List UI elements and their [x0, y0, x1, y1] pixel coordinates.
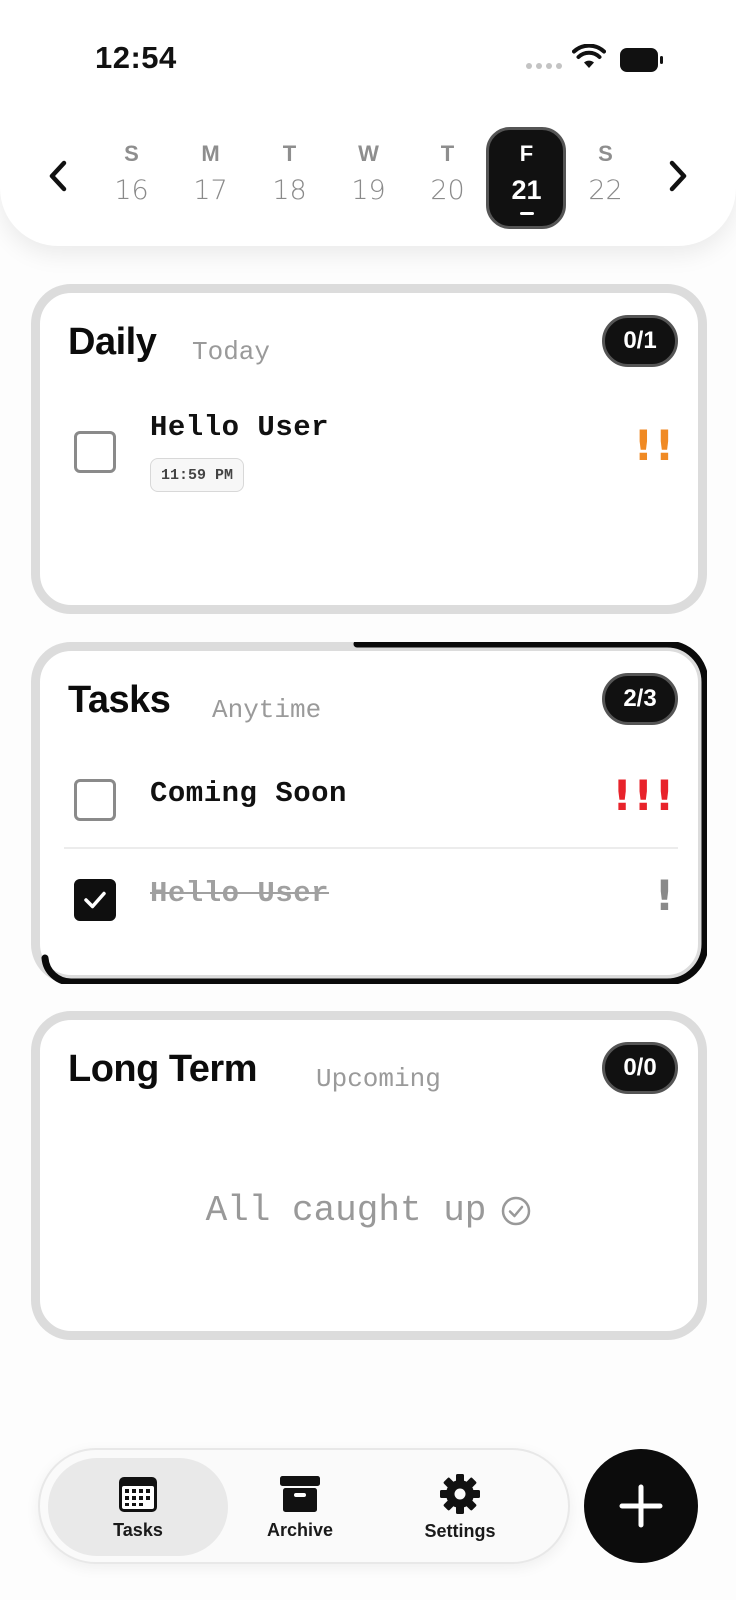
- task-title: Coming Soon: [150, 777, 347, 810]
- tab-archive[interactable]: Archive: [220, 1458, 380, 1556]
- progress-badge: 0/0: [602, 1042, 678, 1094]
- add-task-button[interactable]: [584, 1449, 698, 1563]
- previous-week-button[interactable]: [38, 152, 78, 200]
- day-number: 20: [430, 175, 465, 206]
- day-number: 17: [193, 175, 228, 206]
- empty-state-text: All caught up: [205, 1190, 487, 1231]
- battery-icon: [620, 48, 663, 72]
- check-circle-icon: [502, 1196, 531, 1225]
- tab-label: Archive: [266, 1519, 334, 1540]
- plus-icon: [619, 1484, 663, 1528]
- cellular-signal-icon: [526, 63, 562, 69]
- day-number: 16: [114, 175, 149, 206]
- task-time-chip[interactable]: 11:59 PM: [150, 458, 245, 492]
- day-sunday[interactable]: S 16: [92, 127, 171, 229]
- progress-badge: 0/1: [602, 315, 678, 367]
- task-row-completed[interactable]: Hello User !: [40, 851, 698, 941]
- day-letter: T: [440, 141, 455, 166]
- wifi-icon: [572, 44, 606, 68]
- archive-box-icon: [280, 1475, 320, 1512]
- day-letter: T: [282, 141, 297, 166]
- next-week-button[interactable]: [658, 152, 698, 200]
- tab-tasks[interactable]: Tasks: [48, 1458, 228, 1556]
- task-title: Hello User: [150, 877, 330, 910]
- day-letter: W: [358, 141, 379, 166]
- today-indicator: [519, 212, 534, 215]
- day-letter: S: [598, 141, 613, 166]
- date-header: 12:54 S 16 M 17 T 18 W 19 T 20 F 21 S 22: [0, 0, 736, 246]
- section-title: Long Term: [68, 1048, 258, 1090]
- calendar-icon: [119, 1476, 157, 1512]
- gear-icon: [440, 1473, 480, 1514]
- day-monday[interactable]: M 17: [171, 127, 250, 229]
- day-friday-selected[interactable]: F 21: [486, 127, 566, 229]
- tab-label: Tasks: [113, 1519, 163, 1540]
- day-letter: M: [201, 141, 220, 166]
- section-title: Tasks: [68, 679, 171, 721]
- priority-indicator: !!!: [612, 771, 676, 820]
- day-thursday[interactable]: T 20: [408, 127, 487, 229]
- day-saturday[interactable]: S 22: [566, 127, 645, 229]
- priority-indicator: !!: [633, 421, 676, 470]
- chevron-left-icon: [49, 160, 67, 192]
- task-title: Hello User: [150, 411, 330, 444]
- empty-state: All caught up: [40, 1190, 698, 1231]
- tab-settings[interactable]: Settings: [380, 1458, 540, 1556]
- chevron-right-icon: [669, 160, 687, 192]
- section-subtitle: Anytime: [212, 695, 322, 725]
- tab-label: Settings: [424, 1520, 496, 1541]
- task-checkbox-checked[interactable]: [74, 879, 116, 921]
- section-title: Daily: [68, 321, 157, 363]
- section-subtitle: Today: [192, 337, 271, 367]
- checkmark-icon: [84, 891, 106, 909]
- priority-indicator: !: [654, 871, 676, 920]
- long-term-section-card: Long Term Upcoming 0/0 All caught up: [31, 1011, 707, 1340]
- day-number: 22: [588, 175, 623, 206]
- task-checkbox[interactable]: [74, 779, 116, 821]
- task-row[interactable]: Hello User 11:59 PM !!: [40, 393, 698, 503]
- day-number: 18: [272, 175, 307, 206]
- day-number: 21: [511, 175, 542, 205]
- progress-badge: 2/3: [602, 673, 678, 725]
- bottom-tab-bar: Tasks Archive Settings: [38, 1448, 570, 1564]
- task-row[interactable]: Coming Soon !!!: [40, 751, 698, 841]
- day-letter: S: [124, 141, 139, 166]
- task-checkbox[interactable]: [74, 431, 116, 473]
- status-time: 12:54: [95, 40, 177, 75]
- section-subtitle: Upcoming: [316, 1064, 441, 1094]
- day-tuesday[interactable]: T 18: [250, 127, 329, 229]
- day-number: 19: [351, 175, 386, 206]
- day-letter: F: [519, 141, 534, 166]
- day-wednesday[interactable]: W 19: [329, 127, 408, 229]
- task-divider: [64, 847, 678, 849]
- week-strip: S 16 M 17 T 18 W 19 T 20 F 21 S 22: [92, 127, 645, 229]
- tasks-section-card: Tasks Anytime 2/3 Coming Soon !!! Hello …: [31, 642, 707, 984]
- daily-section-card: Daily Today 0/1 Hello User 11:59 PM !!: [31, 284, 707, 614]
